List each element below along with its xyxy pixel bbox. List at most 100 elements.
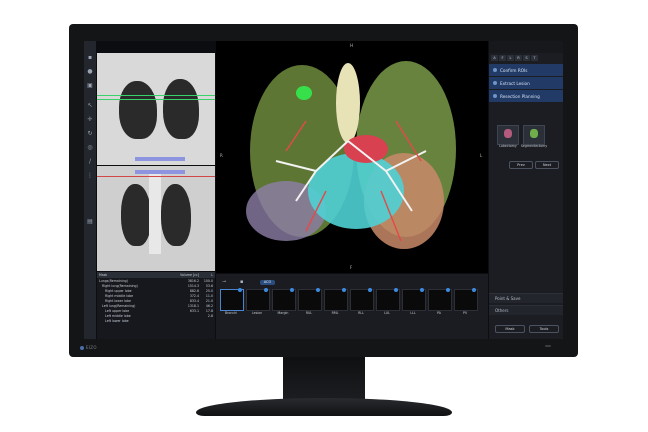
pointer-icon[interactable]: ↖ (87, 103, 93, 109)
checked-icon (316, 288, 320, 292)
step-label: Extract Lesion (500, 80, 530, 86)
monitor-stand-neck (283, 357, 365, 403)
toggle-icon[interactable]: ⊸ (222, 279, 232, 285)
segmentectomy-label: Segmentectomy (520, 144, 548, 148)
crosshair-horizontal-2[interactable] (97, 99, 215, 100)
lobectomy-option[interactable] (497, 125, 519, 145)
cell: 100.0 (203, 278, 213, 283)
mediastinum-shape (149, 174, 161, 254)
thumb-rul[interactable] (298, 289, 322, 311)
more-icon[interactable]: ⋮ (87, 173, 93, 179)
aco-chip[interactable]: ACO (260, 280, 275, 285)
table-row[interactable]: Right lung(Remaining) 1514.3 53.6 (97, 283, 215, 288)
point-save-section[interactable]: Point & Save (489, 293, 563, 303)
thumb-bronchi[interactable] (220, 289, 244, 311)
table-row[interactable]: Left lung(Remaining) 1318.1 46.2 (97, 303, 215, 308)
ct-axial-viewer[interactable] (97, 53, 215, 165)
others-section[interactable]: Others (489, 305, 563, 315)
thumb-pa[interactable] (428, 289, 452, 311)
cell: 3816.2 (187, 278, 199, 283)
tab-t[interactable]: T (531, 55, 538, 61)
cell: Right upper lobe (105, 288, 132, 293)
table-row[interactable]: Left lower lobe (97, 318, 215, 323)
checked-icon (238, 288, 242, 292)
patient-icon[interactable]: ▪ (87, 55, 93, 61)
cell: 46.2 (205, 303, 213, 308)
save-icon[interactable]: ▤ (87, 219, 93, 225)
tab-r[interactable]: R (515, 55, 522, 61)
right-lung-shape (119, 81, 157, 139)
cell: 1514.3 (187, 283, 199, 288)
cell: 53.6 (205, 283, 213, 288)
lung-icon (504, 129, 512, 138)
thumb-lul[interactable] (376, 289, 400, 311)
step-extract-lesion[interactable]: Extract Lesion (489, 77, 563, 89)
thumb-label: Lesion (251, 311, 263, 315)
table-row[interactable]: Left upper lobe 633.1 17.8 (97, 308, 215, 313)
thumb-label: LUL (384, 311, 390, 315)
cell: 1318.1 (187, 303, 199, 308)
checked-icon (290, 288, 294, 292)
cell: 2.8 (207, 313, 213, 318)
segmentectomy-option[interactable] (523, 125, 545, 145)
tools-button[interactable]: Tools (529, 325, 559, 333)
thumb-lll[interactable] (402, 289, 426, 311)
pan-icon[interactable]: ✛ (87, 117, 93, 123)
left-lung-shape (163, 79, 199, 139)
step-resection-planning[interactable]: Resection Planning (489, 90, 563, 102)
zoom-icon[interactable]: ◎ (87, 145, 93, 151)
thumb-label: Bronchi (224, 311, 238, 315)
image-icon[interactable]: ▪ (240, 279, 246, 285)
table-row[interactable]: Right lower lobe 833.4 21.0 (97, 298, 215, 303)
camera-icon[interactable]: ● (87, 69, 93, 75)
thumb-rll[interactable] (350, 289, 374, 311)
step-confirm-rois[interactable]: Confirm ROIs (489, 64, 563, 76)
slice-bar[interactable] (135, 157, 185, 161)
crosshair-horizontal[interactable] (97, 95, 215, 96)
thumb-label: Margin (277, 311, 289, 315)
col-mask[interactable]: Mask (97, 273, 177, 277)
table-row[interactable]: Lungs(Remaining) 3816.2 100.0 (97, 278, 215, 283)
3d-lung-view[interactable]: H R L F (216, 41, 488, 273)
tab-s[interactable]: S (523, 55, 530, 61)
slice-bar[interactable] (135, 170, 185, 174)
thumb-lesion[interactable] (246, 289, 270, 311)
tab-l[interactable]: L (507, 55, 514, 61)
table-row[interactable]: Right middle lobe 372.4 11.0 (97, 293, 215, 298)
step-label: Confirm ROIs (500, 67, 528, 73)
crosshair-red[interactable] (97, 176, 215, 177)
cell: 372.4 (189, 293, 199, 298)
thumb-label: LLL (410, 311, 416, 315)
brand-logo: EIZO (80, 345, 97, 350)
mask-button[interactable]: Mask (495, 325, 525, 333)
workflow-panel: A F L R S T Confirm ROIs Extract Lesion … (489, 41, 563, 339)
cell: Right middle lobe (105, 293, 134, 298)
cell: Left lower lobe (105, 318, 129, 323)
thumb-label: RUL (305, 311, 313, 315)
cell: Lungs(Remaining) (99, 278, 128, 283)
layout-icon[interactable]: ▣ (87, 83, 93, 89)
tab-f[interactable]: F (499, 55, 506, 61)
col-percent[interactable]: L (199, 273, 215, 277)
thumb-margin[interactable] (272, 289, 296, 311)
checked-icon (342, 288, 346, 292)
col-volume[interactable]: Volume [cc] (177, 273, 199, 277)
view-tabs: A F L R S T (489, 53, 563, 63)
thumb-rml[interactable] (324, 289, 348, 311)
cell: 833.4 (189, 298, 199, 303)
next-button[interactable]: Next (535, 161, 559, 169)
table-row[interactable]: Right upper lobe 882.6 25.0 (97, 288, 215, 293)
cell: Right lung(Remaining) (102, 283, 138, 288)
prev-button[interactable]: Prev (509, 161, 533, 169)
ct-coronal-viewer[interactable] (97, 166, 215, 271)
orientation-right: L (480, 153, 483, 158)
rotate-icon[interactable]: ↻ (87, 131, 93, 137)
left-lung-coronal-shape (161, 184, 191, 246)
measure-icon[interactable]: / (87, 159, 93, 165)
power-indicator (545, 345, 551, 347)
tab-a[interactable]: A (491, 55, 498, 61)
cell: Left upper lobe (105, 308, 130, 313)
thumb-pv[interactable] (454, 289, 478, 311)
thumb-label: PA (437, 311, 441, 315)
orientation-left: R (220, 153, 223, 158)
